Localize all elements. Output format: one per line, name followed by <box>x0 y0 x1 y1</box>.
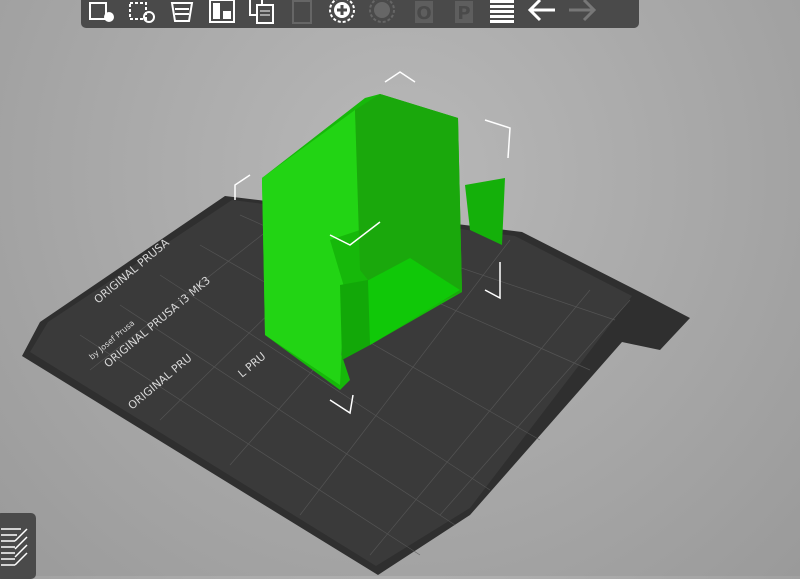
undo-icon <box>527 0 555 22</box>
paste-icon <box>292 0 312 24</box>
svg-text:O: O <box>416 3 431 24</box>
top-toolbar: O P <box>81 0 639 28</box>
paste-button[interactable] <box>285 0 319 27</box>
arrange-icon <box>209 0 235 23</box>
svg-text:P: P <box>457 3 470 24</box>
copy-icon <box>249 0 274 24</box>
layers-view-button[interactable] <box>0 513 36 579</box>
undo-button[interactable] <box>525 0 559 27</box>
delete-all-icon <box>170 2 194 22</box>
copy-button[interactable] <box>245 0 279 27</box>
split-parts-button[interactable]: P <box>445 0 479 27</box>
split-parts-icon: P <box>455 1 473 24</box>
delete-button[interactable] <box>125 0 159 27</box>
delete-icon <box>129 2 155 23</box>
redo-button[interactable] <box>565 0 599 27</box>
split-objects-button[interactable]: O <box>405 0 439 27</box>
remove-instance-icon <box>369 0 395 23</box>
add-button[interactable] <box>85 0 119 27</box>
remove-instance-button[interactable] <box>365 0 399 27</box>
delete-all-button[interactable] <box>165 0 199 27</box>
split-objects-icon: O <box>415 1 433 24</box>
layers-editing-button[interactable] <box>485 0 519 27</box>
arrange-button[interactable] <box>205 0 239 27</box>
layers-icon <box>1 528 28 566</box>
redo-icon <box>569 0 597 22</box>
add-instance-button[interactable] <box>325 0 359 27</box>
add-instance-icon <box>329 0 355 23</box>
add-icon <box>89 2 114 22</box>
3d-viewport[interactable]: ORIGINAL PRUSA i3 MK3 by Josef Prusa ORI… <box>0 0 800 576</box>
layers-editing-icon <box>490 0 514 23</box>
